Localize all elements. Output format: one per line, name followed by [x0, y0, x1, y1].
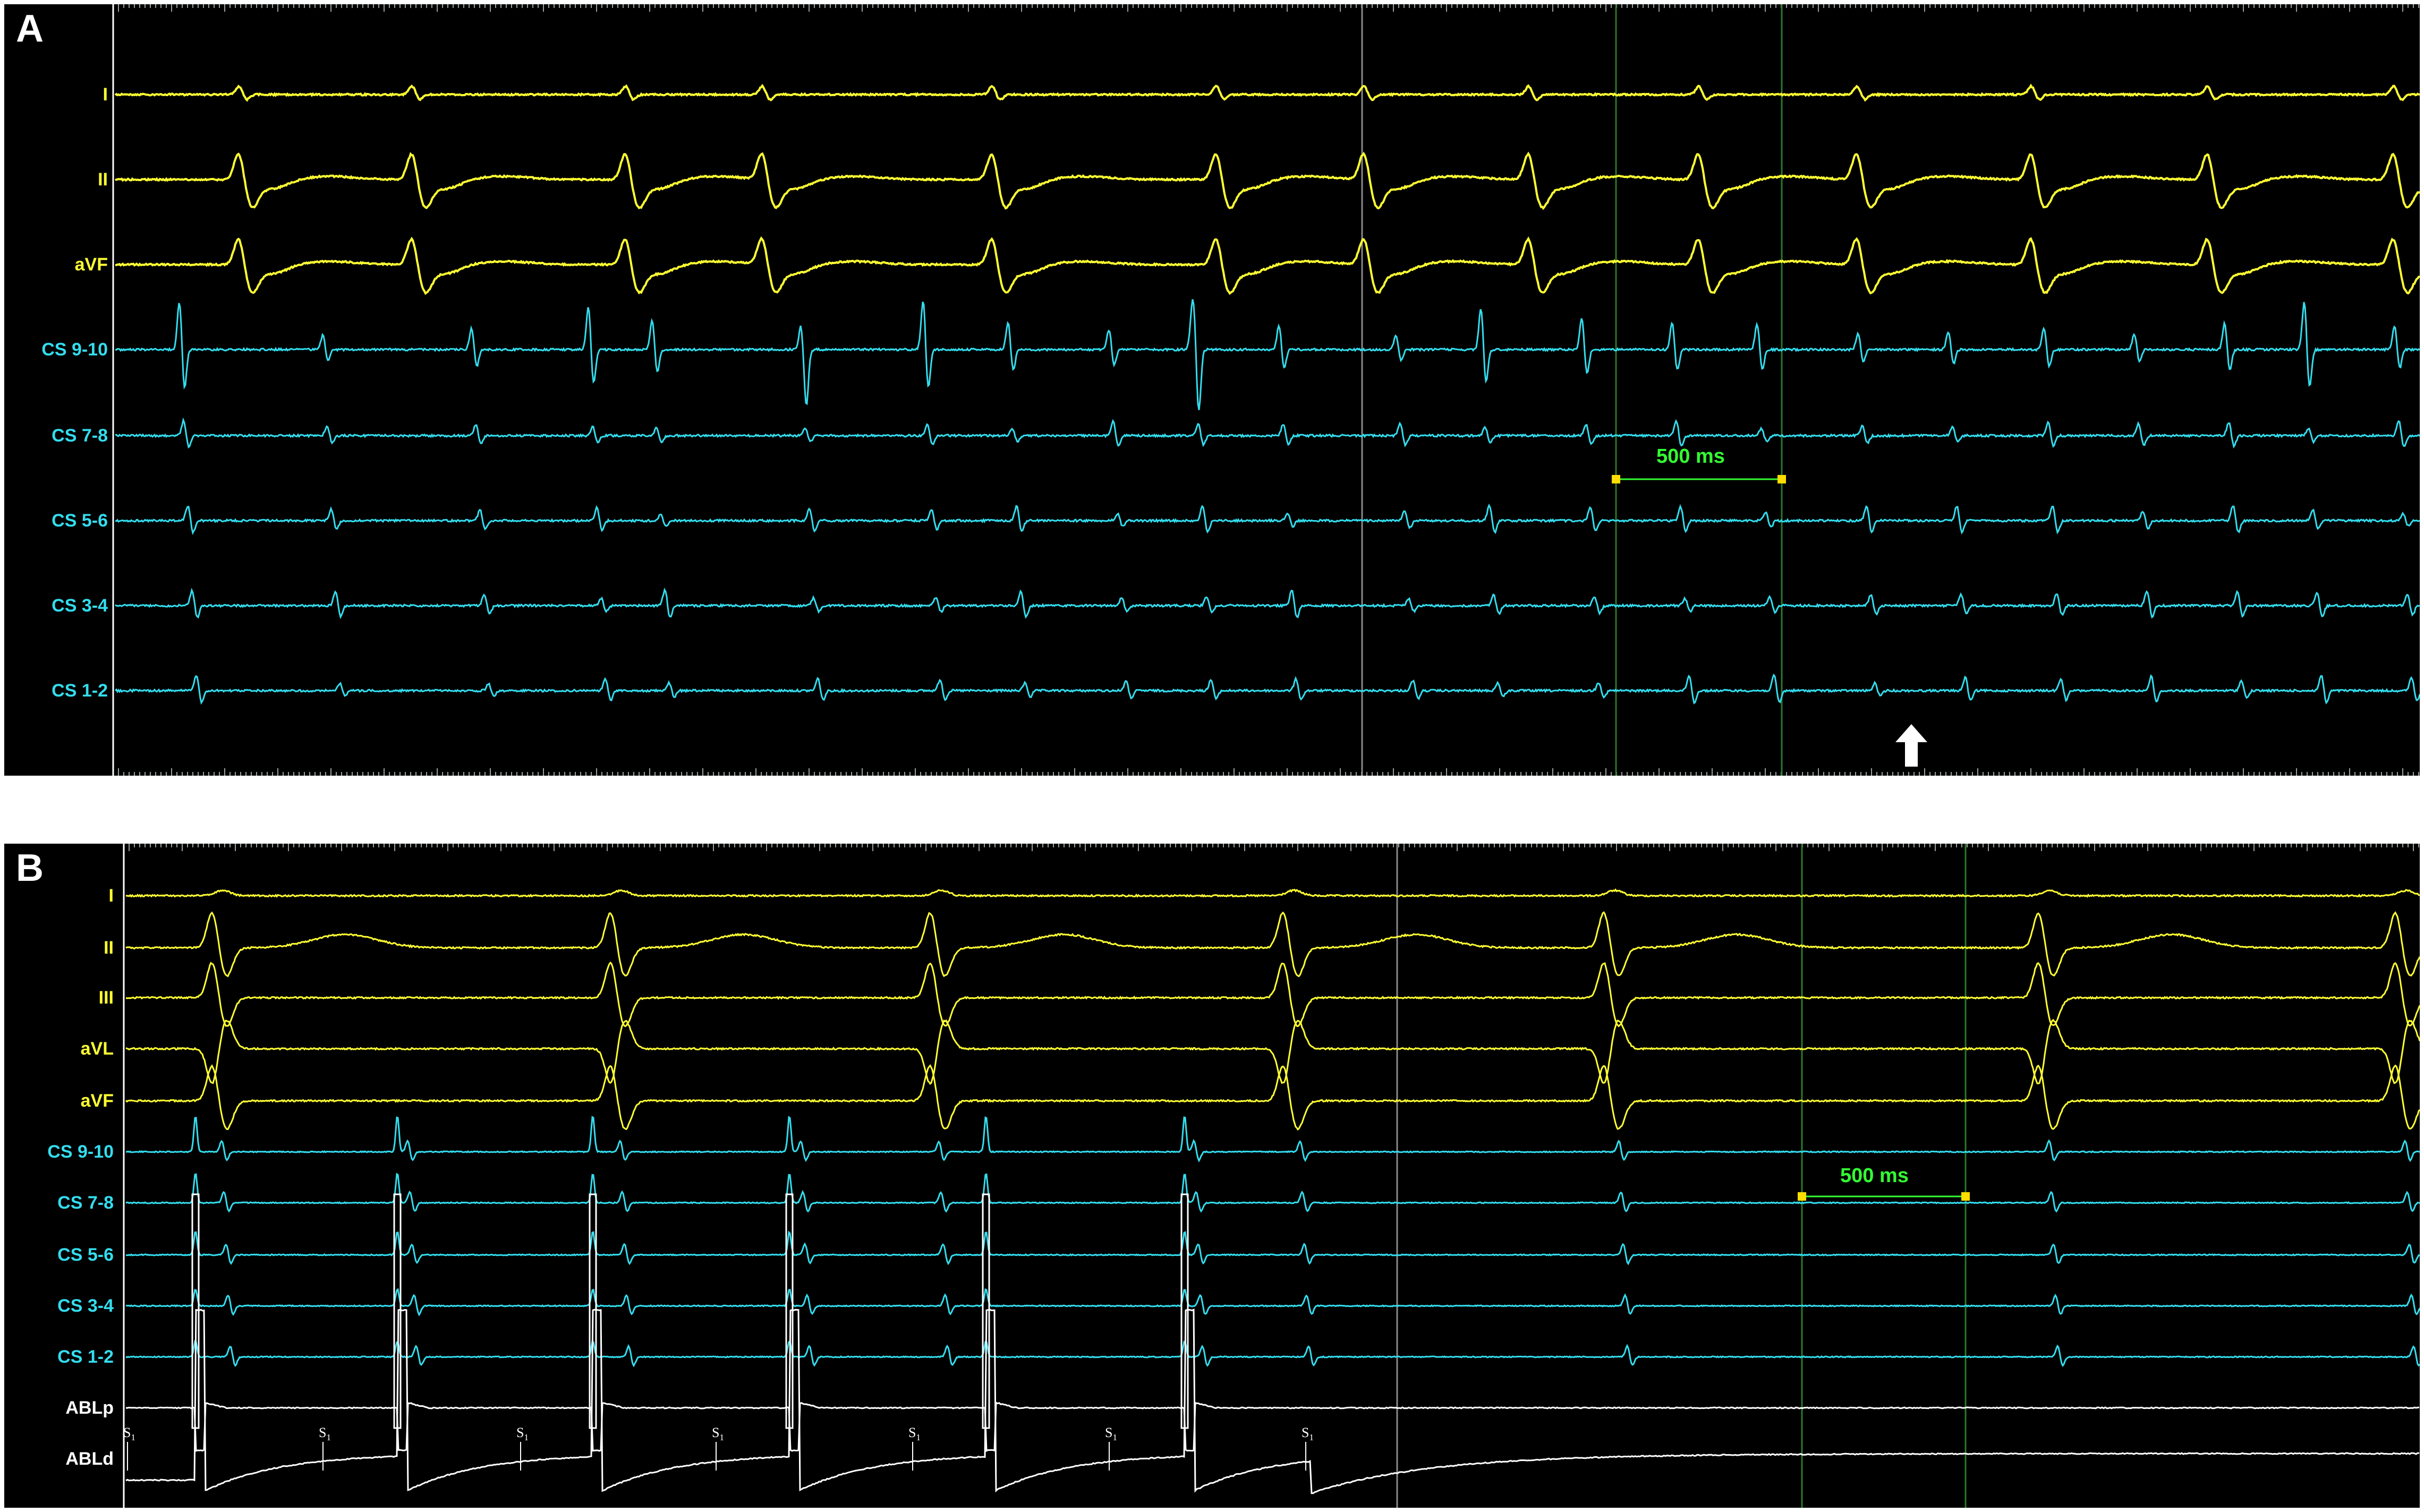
- stim-label-s1: S1: [319, 1425, 331, 1443]
- lead-label-b-6: CS 7-8: [57, 1193, 114, 1213]
- time-ticks: [118, 4, 2419, 776]
- trace-b-1: [125, 911, 2420, 978]
- trace-b-3: [125, 1018, 2420, 1085]
- panel-a-tracings: [112, 4, 2420, 776]
- trace-b-2: [125, 961, 2420, 1027]
- lead-label-a-2: aVF: [74, 254, 108, 275]
- trace-a-5: [115, 503, 2420, 536]
- lead-label-b-8: CS 3-4: [57, 1296, 114, 1316]
- trace-a-0: [114, 83, 2420, 102]
- stim-label-s1: S1: [123, 1425, 135, 1443]
- lead-label-b-9: CS 1-2: [57, 1347, 114, 1367]
- up-arrow-icon: [1895, 724, 1927, 767]
- lead-label-a-7: CS 1-2: [52, 681, 108, 701]
- lead-label-a-0: I: [103, 84, 108, 105]
- lead-label-a-3: CS 9-10: [41, 339, 108, 360]
- lead-label-b-0: I: [108, 886, 114, 906]
- lead-label-b-5: CS 9-10: [47, 1142, 114, 1162]
- lead-label-b-10: ABLp: [65, 1398, 114, 1418]
- lead-label-b-3: aVL: [80, 1039, 114, 1059]
- trace-a-4: [115, 417, 2420, 449]
- trace-b-0: [125, 888, 2420, 898]
- trace-b-8: [125, 1288, 2420, 1316]
- trace-b-10: [125, 1401, 2420, 1452]
- stim-label-s1: S1: [1105, 1425, 1117, 1443]
- lead-label-a-5: CS 5-6: [52, 511, 108, 531]
- panel-b-tracings: [123, 844, 2420, 1508]
- trace-b-11: [125, 1309, 2420, 1494]
- caliper-label-b: 500 ms: [1840, 1165, 1909, 1187]
- trace-b-9: [125, 1340, 2420, 1367]
- trace-b-4: [125, 1064, 2420, 1131]
- time-ticks: [129, 844, 2419, 851]
- lead-label-a-4: CS 7-8: [52, 426, 108, 446]
- lead-label-b-11: ABLd: [65, 1449, 114, 1469]
- caliper-b: [1798, 1192, 1970, 1201]
- panel-b: B I II III aVL aVF CS 9-10 CS 7-8 CS 5-6 CS 3-4 C…: [4, 844, 2420, 1508]
- trace-a-7: [114, 673, 2420, 705]
- stim-label-s1: S1: [712, 1425, 724, 1443]
- stim-label-s1: S1: [516, 1425, 529, 1443]
- trace-a-3: [115, 299, 2420, 410]
- caliper-label-a: 500 ms: [1656, 445, 1725, 468]
- lead-label-a-6: CS 3-4: [52, 596, 108, 616]
- lead-label-b-4: aVF: [80, 1091, 114, 1111]
- panel-a: A I II aVF CS 9-10 CS 7-8 CS 5-6 CS 3-4 CS 1-2 …: [4, 4, 2420, 776]
- trace-b-5: [125, 1116, 2420, 1163]
- stim-label-s1: S1: [908, 1425, 921, 1443]
- lead-label-a-1: II: [98, 169, 108, 190]
- lead-label-b-2: III: [98, 988, 114, 1008]
- stim-label-s1: S1: [1302, 1425, 1314, 1443]
- trace-b-7: [125, 1230, 2420, 1265]
- lead-label-b-7: CS 5-6: [57, 1245, 114, 1265]
- trace-a-1: [115, 151, 2420, 210]
- caliper-a: [1612, 475, 1786, 483]
- trace-a-6: [115, 588, 2420, 619]
- trace-a-2: [115, 236, 2420, 295]
- lead-label-b-1: II: [104, 938, 114, 958]
- trace-b-6: [125, 1173, 2420, 1213]
